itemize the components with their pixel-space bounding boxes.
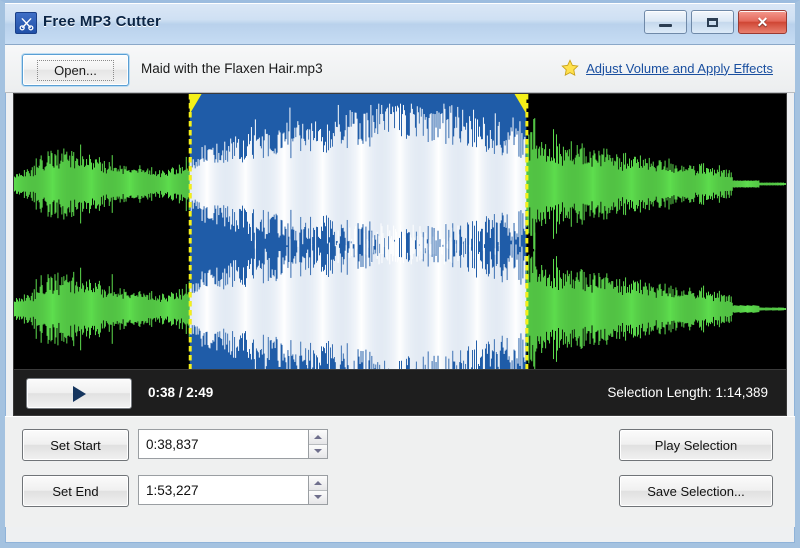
waveform-display[interactable]: [13, 93, 787, 370]
end-stepper-up[interactable]: [309, 476, 327, 491]
chevron-down-icon: [314, 495, 322, 499]
close-button[interactable]: ✕: [738, 10, 787, 34]
selection-length-label: Selection Length: 1:14,389: [607, 385, 768, 400]
effects-link-group[interactable]: Adjust Volume and Apply Effects: [561, 59, 773, 77]
maximize-icon: [707, 18, 718, 27]
scissors-icon: [15, 12, 37, 34]
close-icon: ✕: [757, 15, 769, 29]
bottom-panel: Set Start Set End 0:38,837 1:53,227 Play…: [5, 416, 795, 527]
chevron-up-icon: [314, 481, 322, 485]
start-time-stepper[interactable]: [308, 429, 328, 459]
start-stepper-down[interactable]: [309, 445, 327, 459]
set-end-button[interactable]: Set End: [22, 475, 129, 507]
toolbar: Open... Maid with the Flaxen Hair.mp3 Ad…: [5, 45, 795, 93]
open-button[interactable]: Open...: [22, 54, 129, 86]
minimize-icon: [659, 24, 672, 27]
play-button[interactable]: [26, 378, 132, 409]
window-controls: ✕: [644, 10, 787, 34]
play-icon: [73, 386, 86, 402]
app-window: Free MP3 Cutter ✕ Open... Maid with the …: [0, 0, 800, 548]
transport-bar: 0:38 / 2:49 Selection Length: 1:14,389: [13, 370, 787, 416]
end-time-input[interactable]: 1:53,227: [138, 475, 308, 505]
save-selection-button[interactable]: Save Selection...: [619, 475, 773, 507]
chevron-up-icon: [314, 435, 322, 439]
time-display: 0:38 / 2:49: [148, 385, 213, 400]
open-button-label: Open...: [37, 60, 114, 81]
adjust-volume-effects-link[interactable]: Adjust Volume and Apply Effects: [586, 61, 773, 76]
window-title: Free MP3 Cutter: [43, 13, 161, 30]
play-selection-button[interactable]: Play Selection: [619, 429, 773, 461]
start-time-input[interactable]: 0:38,837: [138, 429, 308, 459]
end-stepper-down[interactable]: [309, 491, 327, 505]
file-name-label: Maid with the Flaxen Hair.mp3: [141, 61, 323, 76]
minimize-button[interactable]: [644, 10, 687, 34]
star-icon: [561, 59, 579, 77]
title-bar: Free MP3 Cutter ✕: [5, 3, 795, 45]
set-start-button[interactable]: Set Start: [22, 429, 129, 461]
start-stepper-up[interactable]: [309, 430, 327, 445]
maximize-button[interactable]: [691, 10, 734, 34]
waveform-canvas[interactable]: [14, 94, 786, 369]
end-time-stepper[interactable]: [308, 475, 328, 505]
start-time-field-group[interactable]: 0:38,837: [138, 429, 328, 459]
chevron-down-icon: [314, 449, 322, 453]
end-time-field-group[interactable]: 1:53,227: [138, 475, 328, 505]
